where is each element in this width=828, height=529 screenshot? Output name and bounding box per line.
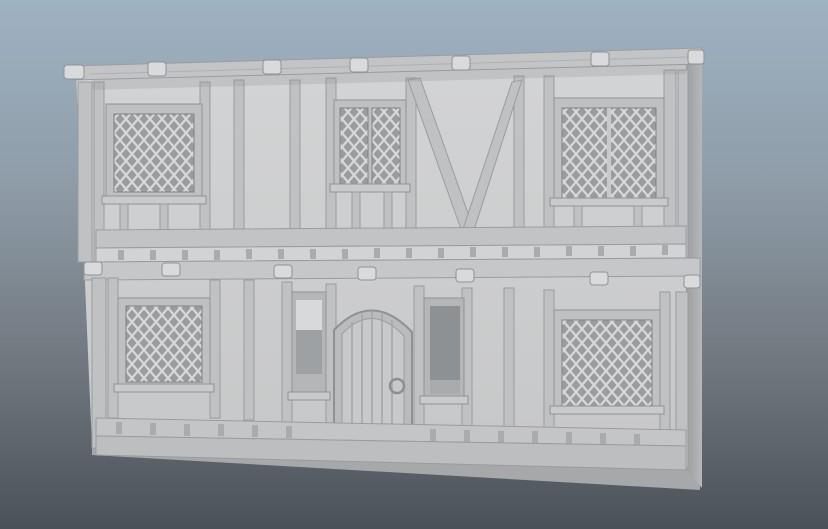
- lower-window-right: [549, 309, 665, 415]
- building-facade-model: [63, 47, 705, 490]
- lower-window-left: [113, 297, 215, 393]
- upper-window-left: [101, 103, 207, 205]
- upper-window-center: [329, 99, 411, 193]
- lower-opening-left: [287, 291, 331, 401]
- lower-opening-right: [419, 297, 469, 405]
- render-viewport: [0, 0, 828, 529]
- upper-window-right: [549, 97, 669, 207]
